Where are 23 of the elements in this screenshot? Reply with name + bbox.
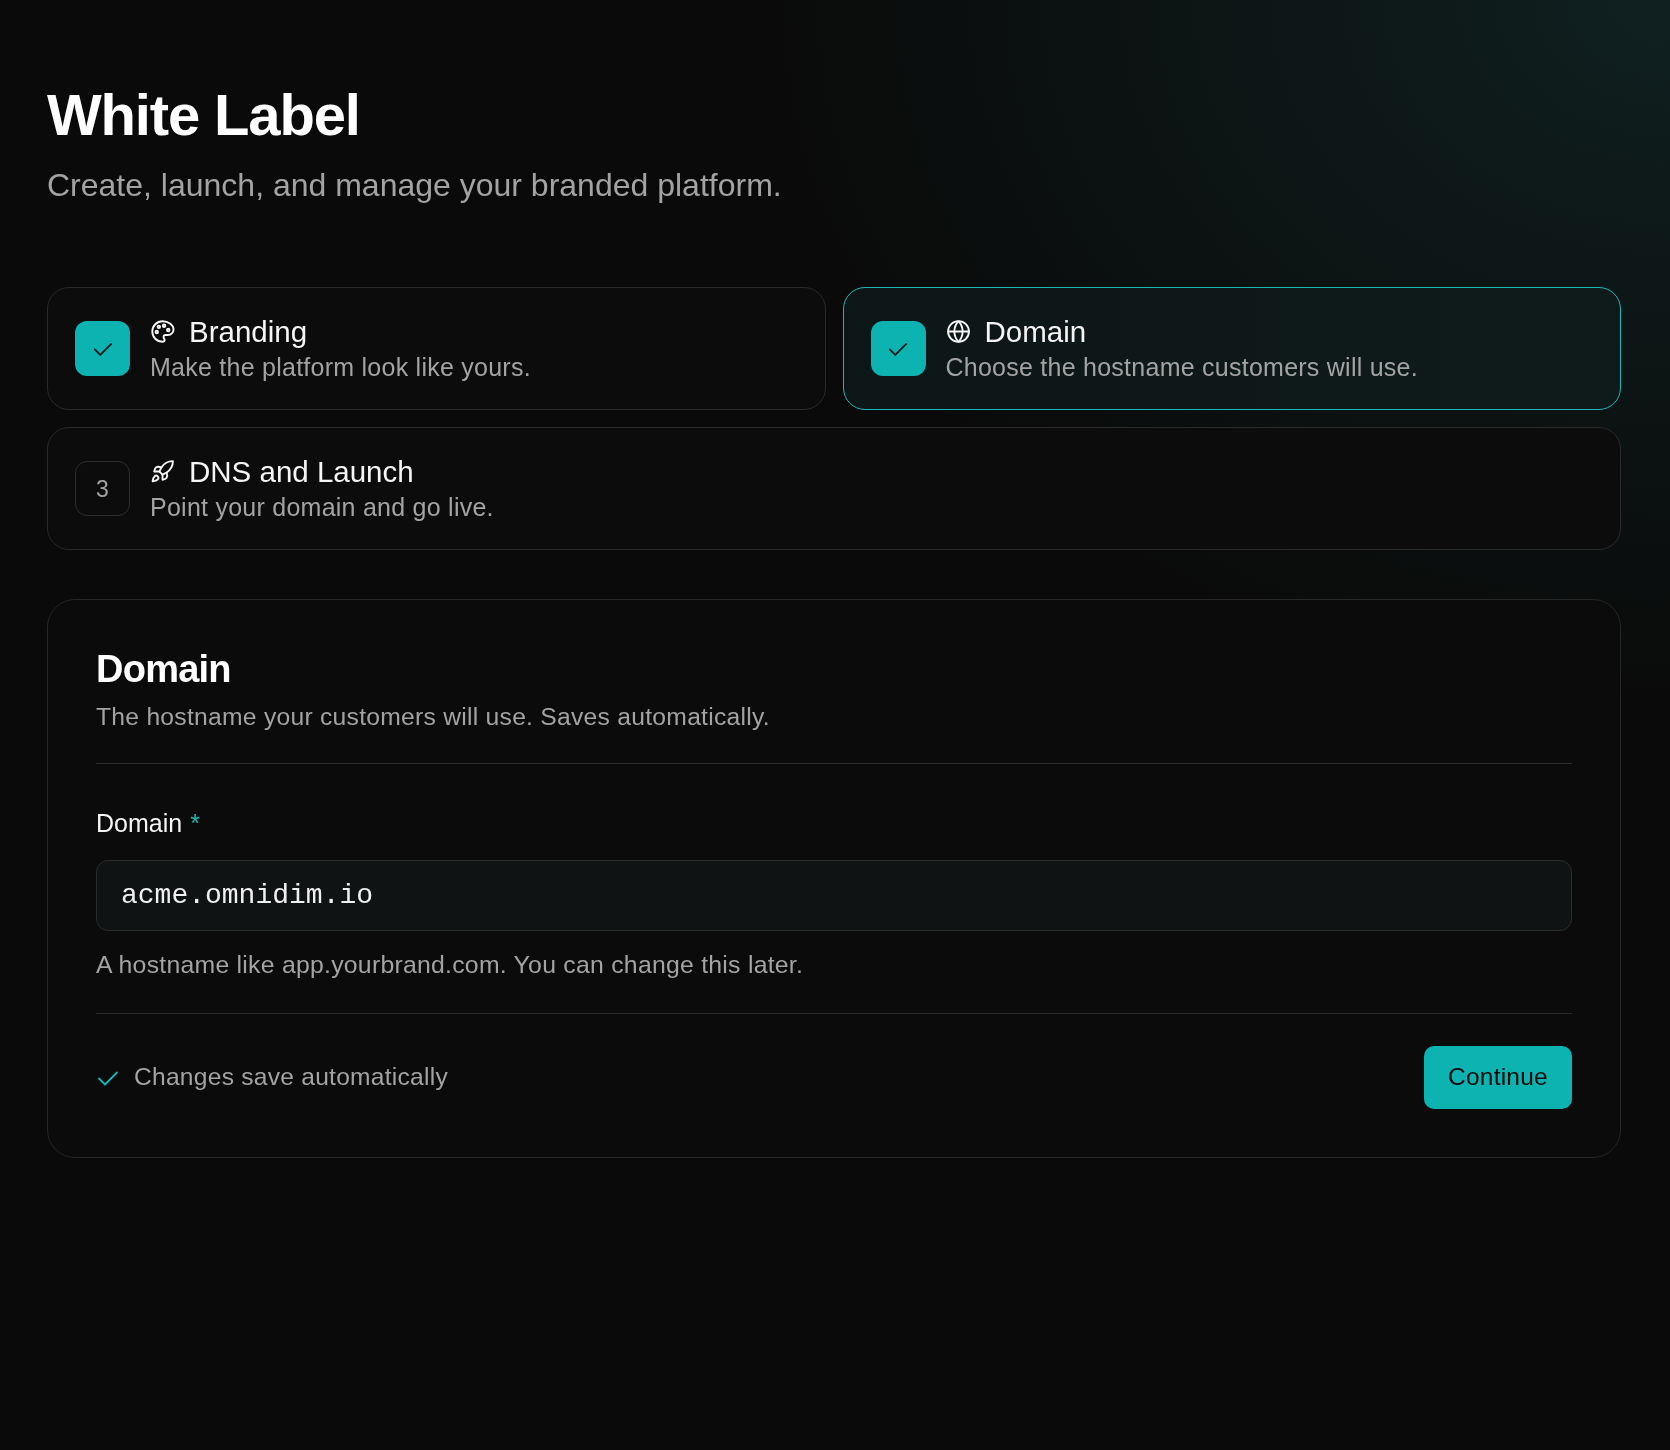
required-mark: * xyxy=(190,808,200,838)
continue-button[interactable]: Continue xyxy=(1423,1046,1572,1110)
step-description: Make the platform look like yours. xyxy=(150,352,531,384)
step-card[interactable]: Domain Choose the hostname customers will use. xyxy=(842,287,1621,411)
step-title: DNS and Launch xyxy=(189,453,414,490)
step-description: Point your domain and go live. xyxy=(150,492,494,524)
palette-icon xyxy=(150,319,175,344)
field-label: Domain xyxy=(96,808,183,838)
step-card[interactable]: 3 DNS and Launch Point your domain and go live. xyxy=(47,427,1621,551)
step-card[interactable]: Branding Make the platform look like yours. xyxy=(47,287,826,411)
domain-input[interactable]: acme.omnidim.io xyxy=(96,860,1572,931)
rocket-icon xyxy=(150,459,175,484)
field-help-text: A hostname like app.yourbrand.com. You can change this later. xyxy=(96,950,805,980)
step-title: Branding xyxy=(189,313,308,350)
globe-icon xyxy=(945,319,971,344)
section-title: Domain xyxy=(96,647,232,693)
save-status-text: Changes save automatically xyxy=(134,1062,448,1093)
step-description: Choose the hostname customers will use. xyxy=(945,352,1418,384)
step-number: 3 xyxy=(75,461,130,517)
page-title: White Label xyxy=(47,82,361,149)
step-title: Domain xyxy=(984,313,1087,350)
section-description: The hostname your customers will use. Saves automatically. xyxy=(96,701,771,732)
page-subtitle: Create, launch, and manage your branded platform. xyxy=(47,165,783,205)
